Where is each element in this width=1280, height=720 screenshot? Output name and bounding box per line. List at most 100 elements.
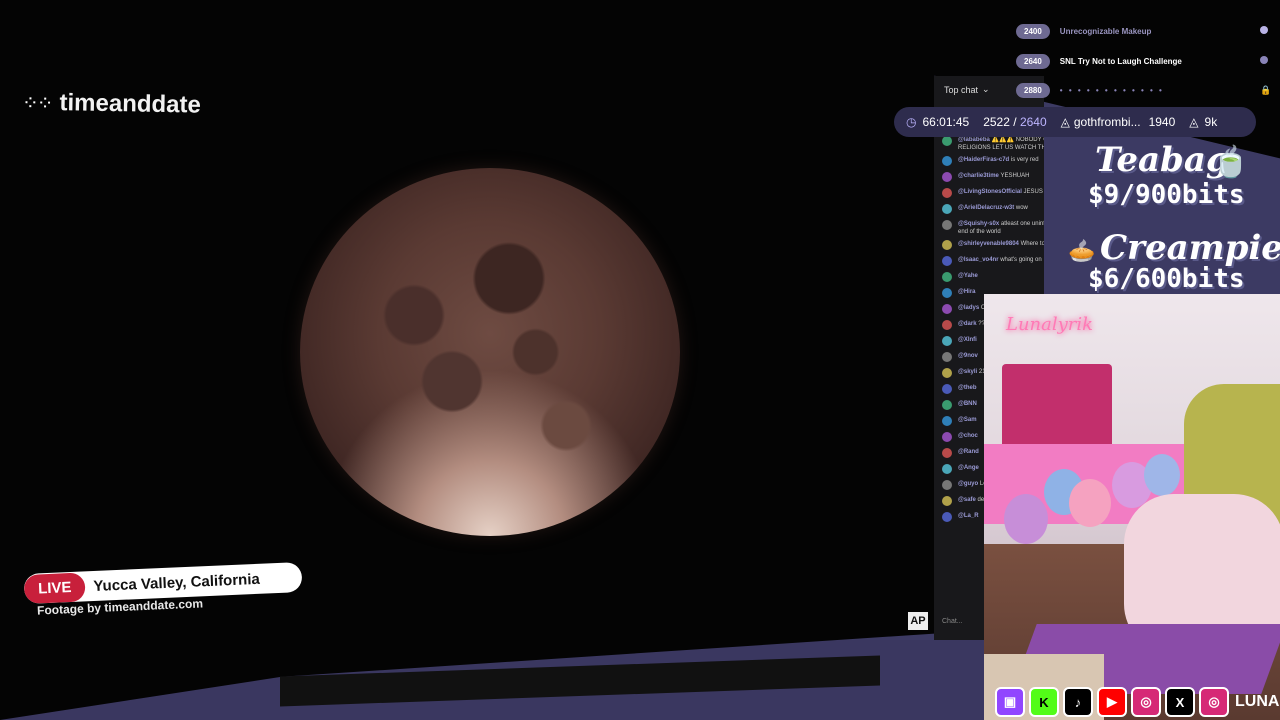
avatar[interactable]: [942, 352, 952, 362]
avatar[interactable]: [942, 400, 952, 410]
chat-username[interactable]: @skyli: [958, 369, 977, 375]
goal-amount: 2400: [1016, 23, 1050, 39]
avatar[interactable]: [942, 416, 952, 426]
top-cheerer: gothfrombi...: [1073, 115, 1141, 129]
chat-text: Where to look for the moon in okc?: [1020, 241, 1044, 247]
chat-username[interactable]: @dark: [958, 321, 977, 327]
chat-username[interactable]: @XInfi: [958, 337, 977, 343]
sun-icon: ⁘⁘: [21, 91, 52, 115]
chat-username[interactable]: @Yahe: [958, 273, 978, 279]
chat-username[interactable]: @Squishy-s0x: [958, 221, 999, 227]
avatar[interactable]: [942, 288, 952, 298]
chat-text: JESUS SPOTTED IN NYC NO WAY: [1023, 189, 1044, 195]
chat-message: @Isaac_vo4nr what's going on: [934, 254, 1044, 270]
chat-username[interactable]: @La_R: [958, 513, 979, 519]
chat-username[interactable]: @safe: [958, 497, 976, 503]
balloon: [1004, 494, 1048, 544]
avatar[interactable]: [942, 432, 952, 442]
avatar[interactable]: [942, 220, 952, 230]
avatar[interactable]: [942, 496, 952, 506]
avatar[interactable]: [942, 204, 952, 214]
avatar[interactable]: [942, 384, 952, 394]
chat-username[interactable]: @ladys: [958, 305, 979, 311]
avatar[interactable]: [942, 188, 952, 198]
chat-message: @Squishy-s0x atleast one uninformed prob…: [934, 218, 1044, 238]
goal-row: 2400 Unrecognizable Makeup: [1016, 22, 1151, 40]
chat-username[interactable]: @ArielDelacruz-w3t: [958, 205, 1014, 211]
chat-text: is very red: [1010, 157, 1039, 163]
chat-username[interactable]: @LivingStonesOfficial: [958, 189, 1022, 195]
chat-message: @LivingStonesOfficial JESUS SPOTTED IN N…: [934, 186, 1044, 202]
webcam-feed: Lunalyrik: [984, 294, 1280, 720]
chat-username[interactable]: @theb: [958, 385, 977, 391]
chat-username[interactable]: @guyo: [958, 481, 978, 487]
twitch-icon[interactable]: ▣: [995, 687, 1025, 717]
goal-row: 2640 SNL Try Not to Laugh Challenge: [1016, 52, 1182, 70]
avatar[interactable]: [942, 336, 952, 346]
chat-username[interactable]: @Sam: [958, 417, 977, 423]
live-badge: LIVE: [23, 571, 87, 604]
avatar[interactable]: [942, 156, 952, 166]
chat-message: @charlie3time YESHUAH: [934, 170, 1044, 186]
goal-amount: 2640: [1016, 53, 1050, 69]
chat-message: @ArielDelacruz-w3t wow: [934, 202, 1044, 218]
kick-icon[interactable]: K: [1029, 687, 1059, 717]
chat-message: @shirleyvenable9804 Where to look for th…: [934, 238, 1044, 254]
avatar[interactable]: [942, 240, 952, 250]
avatar[interactable]: [942, 320, 952, 330]
instagram-icon[interactable]: ◎: [1131, 687, 1161, 717]
chat-message: @HaiderFiras-c7d is very red: [934, 154, 1044, 170]
chat-message: @Yahe: [934, 270, 1044, 286]
chat-username[interactable]: @BNN: [958, 401, 977, 407]
avatar[interactable]: [942, 304, 952, 314]
youtube-icon[interactable]: ▶: [1097, 687, 1127, 717]
chat-username[interactable]: @charlie3time: [958, 173, 999, 179]
avatar[interactable]: [942, 136, 952, 146]
bit-item-name: Teabag: [1095, 140, 1230, 180]
tiktok-icon[interactable]: ♪: [1063, 687, 1093, 717]
avatar[interactable]: [942, 368, 952, 378]
avatar[interactable]: [942, 272, 952, 282]
neon-sign: Lunalyrik: [1006, 314, 1094, 335]
chat-input[interactable]: Chat...: [942, 618, 963, 625]
chat-username[interactable]: @HaiderFiras-c7d: [958, 157, 1009, 163]
avatar[interactable]: [942, 464, 952, 474]
goal-label: Unrecognizable Makeup: [1059, 26, 1152, 36]
avatar[interactable]: [942, 448, 952, 458]
avatar[interactable]: [942, 172, 952, 182]
bit-item-name: Creampie: [1100, 228, 1280, 268]
chat-username[interactable]: @lababeba: [958, 137, 990, 143]
bits-icon: ◬: [1060, 115, 1070, 129]
chat-username[interactable]: @choc: [958, 433, 978, 439]
chat-username[interactable]: @Rand: [958, 449, 979, 455]
progress-dots: • • • • • • • • • • • •: [1059, 85, 1164, 95]
location-label: Yucca Valley, California: [93, 570, 261, 595]
top-cheerer-amount: 1940: [1148, 115, 1176, 129]
x-icon[interactable]: X: [1165, 687, 1195, 717]
chat-text: YESHUAH: [1000, 173, 1030, 179]
clock-icon: ◷: [906, 115, 917, 129]
avatar[interactable]: [942, 480, 952, 490]
timeanddate-logo: ⁘⁘ timeanddate: [21, 89, 202, 119]
instagram-icon[interactable]: ◎: [1199, 687, 1229, 717]
bit-item-price: $9/900bits: [1088, 180, 1245, 210]
chat-text: wow: [1015, 205, 1028, 211]
teacup-icon: 🍵: [1212, 146, 1250, 179]
streamer-handle: LUNALYRIK: [1235, 693, 1280, 710]
chat-username[interactable]: @shirleyvenable9804: [958, 241, 1019, 247]
stream-timer: 66:01:45: [922, 115, 970, 129]
avatar[interactable]: [942, 512, 952, 522]
goal-row: 2880 • • • • • • • • • • • •: [1016, 81, 1164, 99]
ap-logo: AP: [908, 612, 928, 630]
bits-progress: 2522 / 2640: [983, 115, 1047, 129]
avatar[interactable]: [942, 256, 952, 266]
chat-username[interactable]: @Isaac_vo4nr: [958, 257, 999, 263]
chat-username[interactable]: @9nov: [958, 353, 978, 359]
chat-username[interactable]: @Hira: [958, 289, 976, 295]
goal-status-dot: [1260, 56, 1268, 64]
pie-icon: 🥧: [1068, 238, 1096, 263]
chat-message: @lababeba ⚠️⚠️⚠️ NOBODY GAF ABOUT ANY OF…: [934, 134, 1044, 154]
chat-username[interactable]: @Ange: [958, 465, 979, 471]
goal-amount: 2880: [1016, 82, 1050, 98]
bits-icon: ◬: [1189, 115, 1199, 129]
